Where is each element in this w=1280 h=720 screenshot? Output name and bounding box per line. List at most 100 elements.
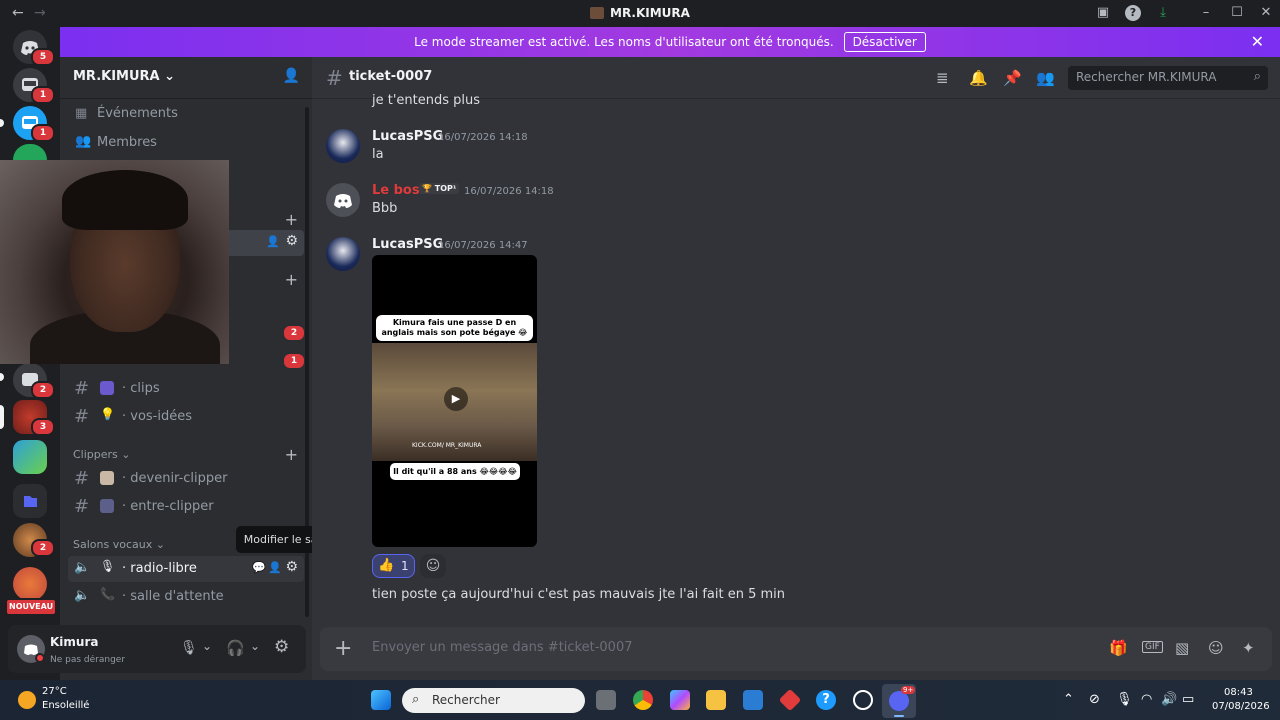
clock-time[interactable]: 08:43 bbox=[1224, 687, 1253, 698]
weather-temp: 27°C bbox=[42, 686, 67, 697]
channel-entre-clipper[interactable]: # · entre-clipper bbox=[68, 494, 304, 520]
members-icon: 👥 bbox=[75, 134, 92, 149]
reaction-button[interactable]: 👍 1 bbox=[372, 554, 415, 578]
download-icon[interactable]: ⤓ bbox=[1155, 5, 1171, 21]
server-icon-7[interactable]: 2 bbox=[13, 523, 55, 557]
sidebar-item-members[interactable]: 👥 Membres bbox=[68, 130, 304, 156]
add-attachment-icon[interactable]: + bbox=[334, 636, 352, 661]
help-icon[interactable]: ? bbox=[1125, 5, 1141, 21]
threads-icon[interactable]: ≣ bbox=[936, 69, 949, 87]
chevron-down-icon[interactable]: ⌄ bbox=[250, 639, 260, 653]
avatar[interactable] bbox=[326, 237, 360, 271]
add-channel-icon[interactable]: + bbox=[285, 445, 298, 464]
add-channel-icon[interactable]: + bbox=[285, 270, 298, 289]
server-icon-1[interactable]: 1 bbox=[13, 68, 55, 104]
chevron-up-icon[interactable]: ⌃ bbox=[1063, 692, 1074, 707]
channel-vos-idees[interactable]: # 💡 · vos-idées bbox=[68, 404, 304, 430]
gear-icon[interactable]: ⚙ bbox=[274, 637, 289, 657]
gear-icon[interactable]: ⚙ bbox=[285, 559, 298, 575]
battery-icon[interactable]: ▭ bbox=[1182, 692, 1194, 707]
chevron-down-icon[interactable]: ⌄ bbox=[202, 639, 212, 653]
minimize-icon[interactable]: – bbox=[1198, 5, 1214, 21]
members-icon[interactable]: 👥 bbox=[1036, 69, 1055, 87]
username: Kimura bbox=[50, 635, 99, 649]
file-explorer-icon[interactable] bbox=[706, 690, 726, 710]
sidebar-item-events[interactable]: ▦ Événements bbox=[68, 101, 304, 127]
gift-icon[interactable]: 🎁 bbox=[1109, 639, 1128, 657]
chrome-icon[interactable] bbox=[633, 690, 653, 710]
channel-devenir-clipper[interactable]: # · devenir-clipper bbox=[68, 466, 304, 492]
message-author[interactable]: LucasPSG bbox=[372, 129, 443, 144]
network-off-icon[interactable]: ⊘ bbox=[1089, 692, 1100, 707]
maximize-icon[interactable]: ☐ bbox=[1229, 5, 1245, 21]
discord-home-icon[interactable]: 5 bbox=[13, 30, 55, 66]
deactivate-button[interactable]: Désactiver bbox=[843, 32, 926, 52]
obs-icon[interactable] bbox=[853, 690, 873, 710]
chat-bubble-icon[interactable]: 💬 bbox=[252, 561, 266, 574]
discord-taskbar-button[interactable]: 9+ bbox=[882, 684, 916, 718]
inbox-icon[interactable]: ▣ bbox=[1095, 5, 1111, 21]
server-icon-4[interactable]: 2 bbox=[13, 363, 55, 399]
add-reaction-icon[interactable]: ☺ bbox=[420, 554, 446, 578]
invite-icon[interactable]: 👤 bbox=[268, 561, 282, 574]
server-header[interactable]: MR.KIMURA ⌄ 👤 bbox=[60, 57, 312, 99]
server-icon-2[interactable]: 1 bbox=[13, 106, 55, 142]
category-clippers[interactable]: Clippers ⌄ bbox=[73, 448, 131, 461]
taskbar-search[interactable]: ⌕ Rechercher bbox=[402, 688, 585, 713]
video-attachment[interactable]: Kimura fais une passe D en anglais mais … bbox=[372, 255, 537, 547]
microphone-icon[interactable]: 🎙 bbox=[1116, 692, 1133, 707]
emoji-icon[interactable]: ☺ bbox=[1208, 639, 1224, 657]
message-author[interactable]: LucasPSG bbox=[372, 237, 443, 252]
weather-icon[interactable] bbox=[18, 691, 36, 709]
gear-icon[interactable]: ⚙ bbox=[285, 233, 298, 249]
pin-icon[interactable]: 📌 bbox=[1003, 69, 1022, 87]
add-channel-icon[interactable]: + bbox=[285, 210, 298, 229]
avatar[interactable] bbox=[17, 635, 45, 663]
avatar[interactable] bbox=[326, 129, 360, 163]
channel-clips[interactable]: # · clips bbox=[68, 376, 304, 402]
speaker-icon: 🔈 bbox=[74, 560, 91, 575]
copilot-icon[interactable] bbox=[670, 690, 690, 710]
invite-people-icon[interactable]: 👤 bbox=[283, 68, 300, 84]
task-view-icon[interactable] bbox=[596, 690, 616, 710]
windows-start-icon[interactable] bbox=[371, 690, 391, 710]
server-icon-6[interactable] bbox=[13, 440, 47, 474]
chat-panel: # ticket-0007 ≣ 🔔 📌 👥 Rechercher MR.KIMU… bbox=[312, 57, 1280, 680]
server-icon-8[interactable] bbox=[13, 567, 47, 601]
message-composer[interactable]: + Envoyer un message dans #ticket-0007 🎁… bbox=[320, 627, 1272, 671]
close-banner-icon[interactable]: ✕ bbox=[1251, 27, 1264, 57]
bell-icon[interactable]: 🔔 bbox=[969, 69, 988, 87]
gif-icon[interactable]: GIF bbox=[1142, 641, 1163, 653]
guild-badge: 2 bbox=[31, 539, 55, 557]
users-icon bbox=[100, 499, 114, 513]
guild-badge: 5 bbox=[31, 48, 55, 66]
voice-channel-salle-attente[interactable]: 🔈 📞 · salle d'attente bbox=[68, 584, 304, 610]
channel-label: · radio-libre bbox=[122, 561, 197, 576]
selected-pill bbox=[0, 405, 4, 429]
active-indicator bbox=[894, 715, 904, 717]
unread-pill bbox=[0, 119, 4, 127]
message-text: je t'entends plus bbox=[372, 93, 481, 108]
headphones-icon[interactable]: 🎧 bbox=[226, 639, 245, 657]
wifi-icon[interactable]: ◠ bbox=[1141, 692, 1152, 707]
search-input[interactable]: Rechercher MR.KIMURA ⌕ bbox=[1068, 66, 1268, 90]
apps-icon[interactable]: ✦ bbox=[1242, 639, 1255, 657]
microphone-icon: 🎙 bbox=[100, 559, 116, 573]
close-window-icon[interactable]: ✕ bbox=[1258, 5, 1274, 21]
volume-icon[interactable]: 🔊 bbox=[1161, 692, 1177, 707]
category-voice[interactable]: Salons vocaux ⌄ bbox=[73, 538, 165, 551]
server-icon-5[interactable]: 3 bbox=[13, 400, 55, 436]
invite-icon[interactable]: 👤 bbox=[266, 235, 280, 248]
voice-channel-radio-libre[interactable]: 🔈 🎙 · radio-libre 💬 👤 ⚙ bbox=[68, 556, 304, 582]
play-icon[interactable]: ▶ bbox=[444, 387, 468, 411]
microphone-icon[interactable]: 🎙 bbox=[180, 640, 198, 656]
folder-icon[interactable] bbox=[13, 484, 47, 518]
message-text: Bbb bbox=[372, 201, 398, 216]
server-icon-3[interactable] bbox=[13, 144, 47, 160]
help-app-icon[interactable]: ? bbox=[816, 690, 836, 710]
clock-date[interactable]: 07/08/2026 bbox=[1212, 701, 1270, 712]
sticker-icon[interactable]: ▧ bbox=[1175, 639, 1189, 657]
avatar[interactable] bbox=[326, 183, 360, 217]
channel-label: · vos-idées bbox=[122, 409, 193, 424]
store-icon[interactable] bbox=[743, 690, 763, 710]
